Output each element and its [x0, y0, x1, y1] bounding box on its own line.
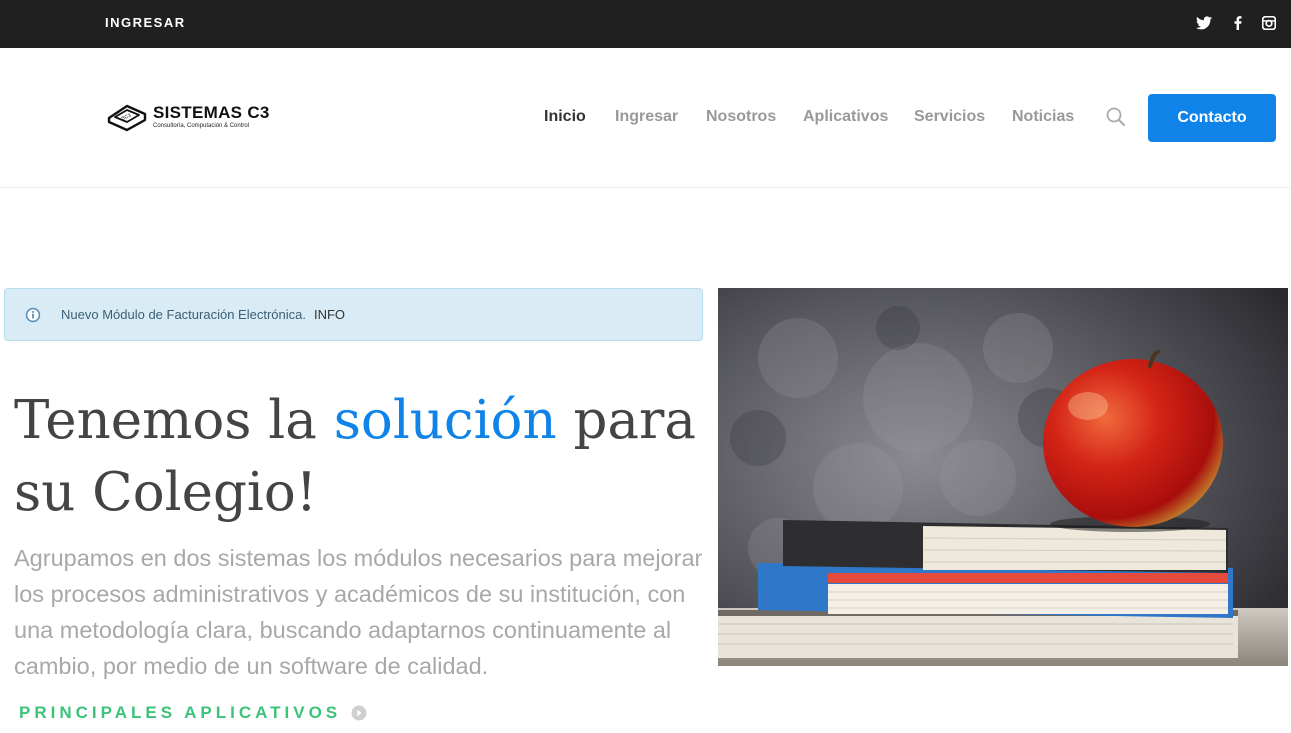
nav-item-aplicativos[interactable]: Aplicativos: [803, 108, 888, 126]
keyboard-key-logo-icon: SC3: [107, 104, 147, 132]
facebook-icon[interactable]: [1228, 13, 1248, 33]
brand-name: SISTEMAS C3: [153, 103, 270, 122]
main-header: SC3 SISTEMAS C3 Consultoría, Computación…: [0, 48, 1291, 188]
hero-description: Agrupamos en dos sistemas los módulos ne…: [14, 545, 703, 679]
instagram-icon[interactable]: [1259, 13, 1279, 33]
info-alert: Nuevo Módulo de Facturación Electrónica.…: [4, 288, 703, 341]
search-icon[interactable]: [1105, 106, 1127, 128]
hero-title-accent: solución: [333, 390, 557, 451]
principal-apps-link[interactable]: PRINCIPALES APLICATIVOS: [19, 703, 367, 723]
brand-tagline: Consultoría, Computación & Control: [153, 123, 250, 129]
hero-title: Tenemos la solución para su Colegio!: [14, 385, 714, 529]
arrow-circle-icon: [351, 705, 367, 721]
alert-info-link[interactable]: INFO: [314, 307, 345, 322]
alert-message: Nuevo Módulo de Facturación Electrónica.: [61, 307, 306, 322]
nav-item-servicios[interactable]: Servicios: [914, 108, 985, 126]
cta-label: PRINCIPALES APLICATIVOS: [19, 703, 342, 722]
top-bar: INGRESAR: [0, 0, 1291, 48]
nav-item-noticias[interactable]: Noticias: [1012, 108, 1074, 126]
nav-item-inicio[interactable]: Inicio: [544, 108, 586, 126]
hero-image-apple-books: [718, 288, 1288, 666]
nav-item-nosotros[interactable]: Nosotros: [706, 108, 776, 126]
nav-item-ingresar[interactable]: Ingresar: [615, 108, 678, 126]
hero-title-start: Tenemos la: [14, 390, 317, 451]
twitter-icon[interactable]: [1194, 13, 1214, 33]
contact-button[interactable]: Contacto: [1148, 94, 1276, 142]
top-login-link[interactable]: INGRESAR: [105, 15, 186, 30]
brand-logo[interactable]: SC3 SISTEMAS C3 Consultoría, Computación…: [105, 100, 270, 134]
info-icon: [25, 307, 41, 322]
